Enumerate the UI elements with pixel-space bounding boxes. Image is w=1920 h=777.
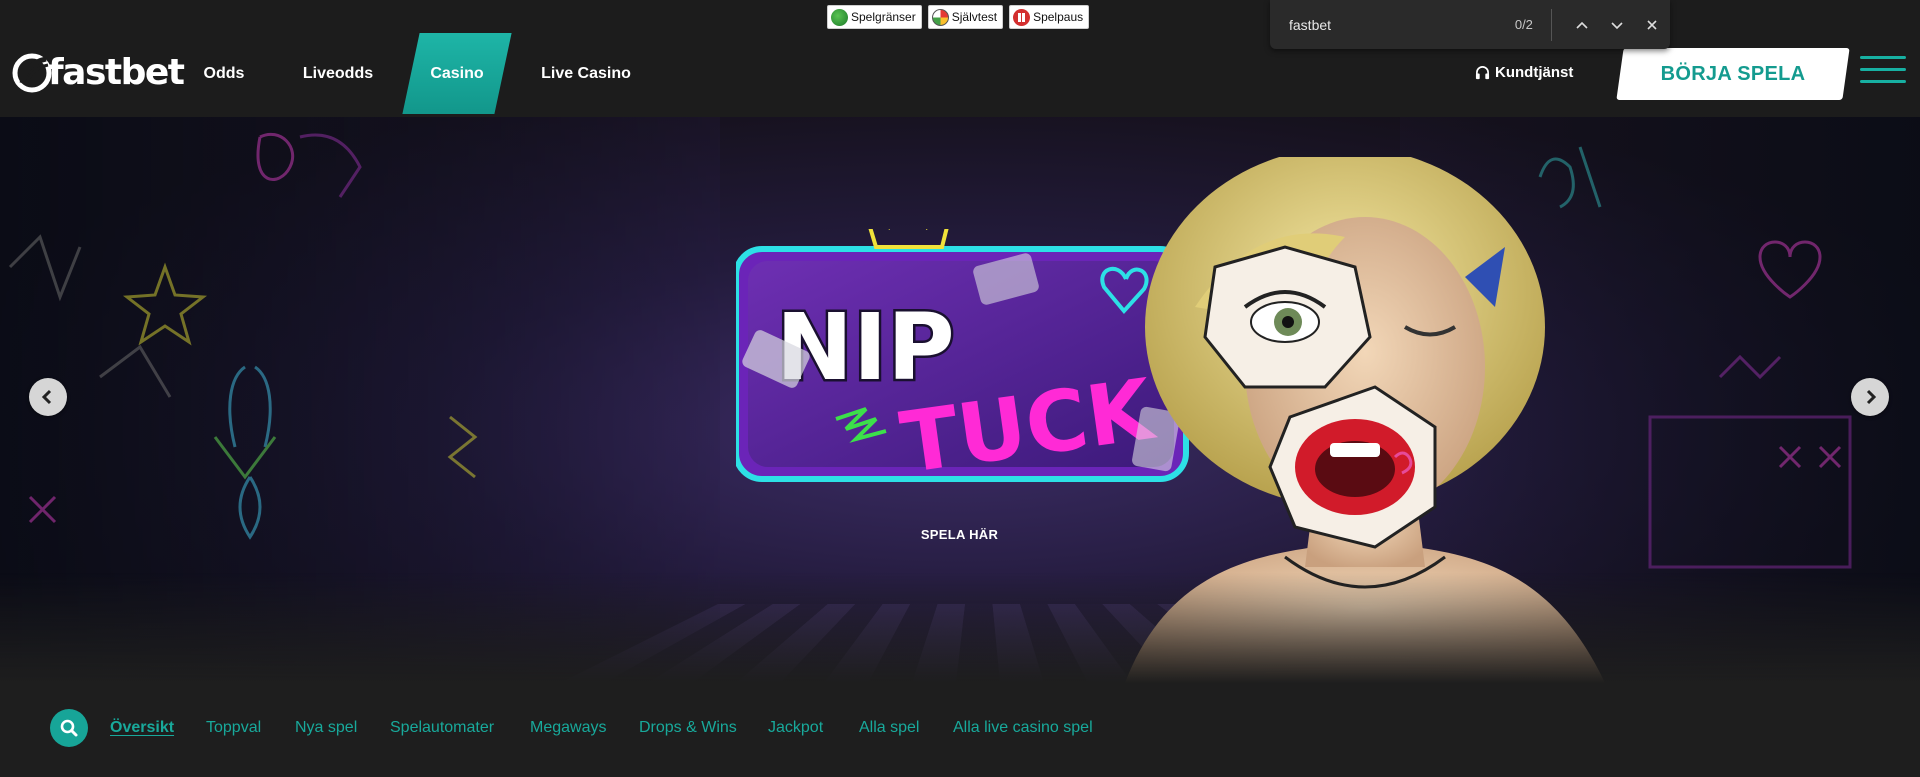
hero-bottom-fade <box>0 573 1920 683</box>
spelpaus-label: Spelpaus <box>1033 10 1084 24</box>
close-icon <box>1647 19 1657 30</box>
hero-banner: NIP TUCK SPELA HÄR <box>0 117 1920 683</box>
find-close-button[interactable] <box>1635 6 1670 44</box>
carousel-next-button[interactable] <box>1851 378 1889 416</box>
logo-mark-icon <box>12 53 52 92</box>
start-playing-label: BÖRJA SPELA <box>1660 62 1806 85</box>
sjalvtest-badge[interactable]: Självtest <box>927 5 1004 29</box>
find-match-count: 0/2 <box>1514 17 1533 32</box>
hamburger-icon[interactable] <box>1860 56 1906 90</box>
search-icon <box>60 719 78 737</box>
nav-casino[interactable]: Casino <box>411 33 503 114</box>
find-next-button[interactable] <box>1599 6 1634 44</box>
start-playing-button[interactable]: BÖRJA SPELA <box>1620 48 1846 100</box>
category-megaways[interactable]: Megaways <box>530 719 606 737</box>
category-oversikt[interactable]: Översikt <box>110 719 174 737</box>
spelgranser-badge[interactable]: Spelgränser <box>827 5 922 29</box>
find-divider <box>1550 8 1552 41</box>
carousel-prev-button[interactable] <box>29 378 67 416</box>
customer-service-label: Kundtjänst <box>1495 64 1574 81</box>
search-button[interactable] <box>50 709 88 747</box>
nav-liveodds[interactable]: Liveodds <box>298 33 378 114</box>
responsible-gaming-bar: Spelgränser Självtest Spelpaus <box>827 5 1090 29</box>
chevron-right-icon <box>1866 389 1877 405</box>
game-title-line1: NIP <box>776 294 955 401</box>
fastbet-logo[interactable]: fastbet <box>12 52 185 93</box>
spelpaus-badge[interactable]: Spelpaus <box>1009 5 1090 29</box>
limit-icon <box>831 8 848 26</box>
chevron-down-icon <box>1611 21 1623 29</box>
chevron-left-icon <box>41 389 52 405</box>
category-spelautomater[interactable]: Spelautomater <box>390 719 494 737</box>
headset-icon <box>1475 66 1490 80</box>
category-alla-spel[interactable]: Alla spel <box>859 719 919 737</box>
sjalvtest-label: Självtest <box>951 10 998 24</box>
spelgranser-label: Spelgränser <box>851 10 916 24</box>
nav-live-casino[interactable]: Live Casino <box>538 33 634 114</box>
category-alla-live-casino-spel[interactable]: Alla live casino spel <box>953 719 1093 737</box>
customer-service-link[interactable]: Kundtjänst <box>1475 64 1573 81</box>
find-input[interactable] <box>1287 15 1487 34</box>
category-drops-wins[interactable]: Drops & Wins <box>639 719 737 737</box>
find-bar: 0/2 <box>1270 0 1670 49</box>
category-toppval[interactable]: Toppval <box>206 719 261 737</box>
gauge-icon <box>931 8 949 26</box>
casino-category-bar: Översikt Toppval Nya spel Spelautomater … <box>0 683 1920 777</box>
nav-odds[interactable]: Odds <box>196 33 252 114</box>
logo-text: fastbet <box>48 52 185 93</box>
play-here-button[interactable]: SPELA HÄR <box>873 512 1046 557</box>
play-here-label: SPELA HÄR <box>920 527 999 542</box>
pause-icon <box>1013 8 1031 26</box>
category-jackpot[interactable]: Jackpot <box>768 719 823 737</box>
category-nya-spel[interactable]: Nya spel <box>295 719 357 737</box>
find-previous-button[interactable] <box>1564 6 1599 44</box>
chevron-up-icon <box>1575 21 1588 29</box>
